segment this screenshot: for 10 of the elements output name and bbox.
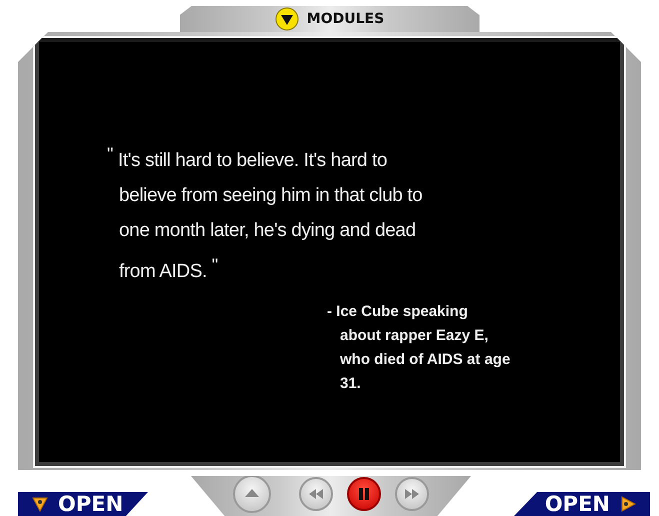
pause-button[interactable] bbox=[347, 477, 381, 511]
open-button[interactable]: OPEN bbox=[18, 492, 148, 516]
triangle-down-icon bbox=[32, 496, 48, 512]
rewind-button[interactable] bbox=[299, 477, 333, 511]
eject-button[interactable] bbox=[233, 475, 271, 513]
fast-forward-button[interactable] bbox=[395, 477, 429, 511]
open-button[interactable]: OPEN bbox=[514, 492, 650, 516]
triangle-right-icon bbox=[620, 496, 636, 512]
modules-label[interactable]: MODULES bbox=[306, 11, 384, 27]
attribution-text: - Ice Cube speaking about rapper Eazy E, who died of AIDS at age 31. bbox=[327, 302, 512, 394]
